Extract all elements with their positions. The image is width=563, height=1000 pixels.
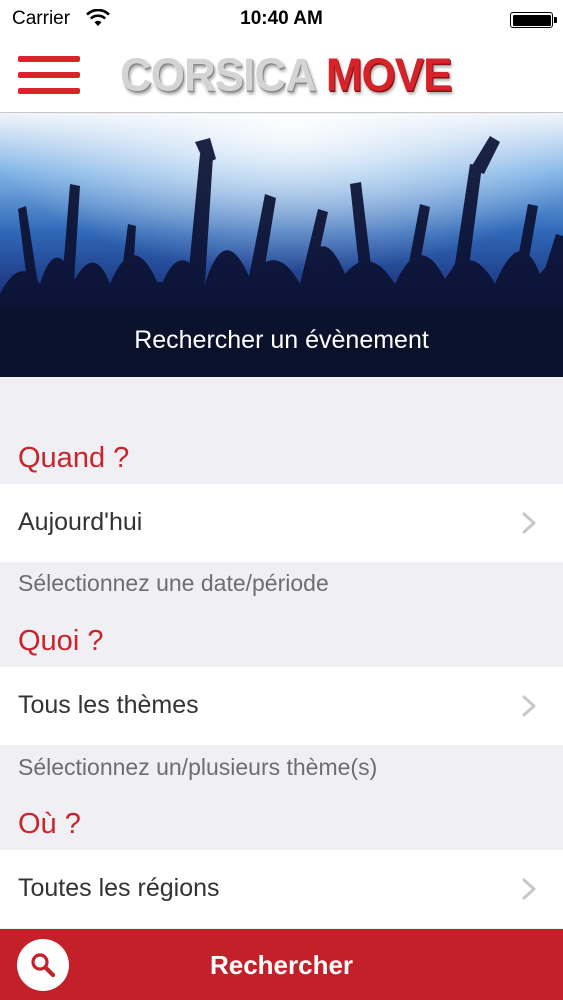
search-button-label: Rechercher	[209, 950, 354, 980]
when-hint: Sélectionnez une date/période	[18, 570, 329, 596]
when-selector-row[interactable]: Aujourd'hui	[0, 484, 563, 562]
chevron-right-icon	[522, 512, 536, 534]
battery-tip	[554, 17, 557, 23]
logo-corsica-text: CORSICA	[120, 49, 317, 102]
section-header-where: Où ?	[18, 808, 81, 840]
where-selector-row[interactable]: Toutes les régions	[0, 850, 563, 928]
what-value: Tous les thèmes	[18, 691, 199, 719]
what-hint: Sélectionnez un/plusieurs thème(s)	[18, 754, 378, 780]
app-logo: CORSICA MOVE	[120, 49, 453, 102]
section-header-when: Quand ?	[18, 442, 130, 474]
search-button[interactable]: Rechercher	[0, 929, 563, 1000]
when-value: Aujourd'hui	[18, 508, 143, 536]
chevron-right-icon	[522, 878, 536, 900]
banner-title: Rechercher un évènement	[134, 326, 429, 354]
status-bar: Carrier 10:40 AM	[0, 0, 563, 38]
battery-icon	[510, 12, 553, 28]
where-value: Toutes les régions	[18, 874, 220, 902]
section-header-what: Quoi ?	[18, 625, 104, 657]
nav-bar: CORSICA MOVE	[0, 38, 563, 113]
what-selector-row[interactable]: Tous les thèmes	[0, 667, 563, 745]
chevron-right-icon	[522, 695, 536, 717]
logo-move-text: MOVE	[325, 49, 453, 102]
hamburger-menu-icon[interactable]	[18, 54, 80, 96]
banner: Rechercher un évènement	[0, 114, 563, 377]
status-time: 10:40 AM	[240, 8, 323, 29]
